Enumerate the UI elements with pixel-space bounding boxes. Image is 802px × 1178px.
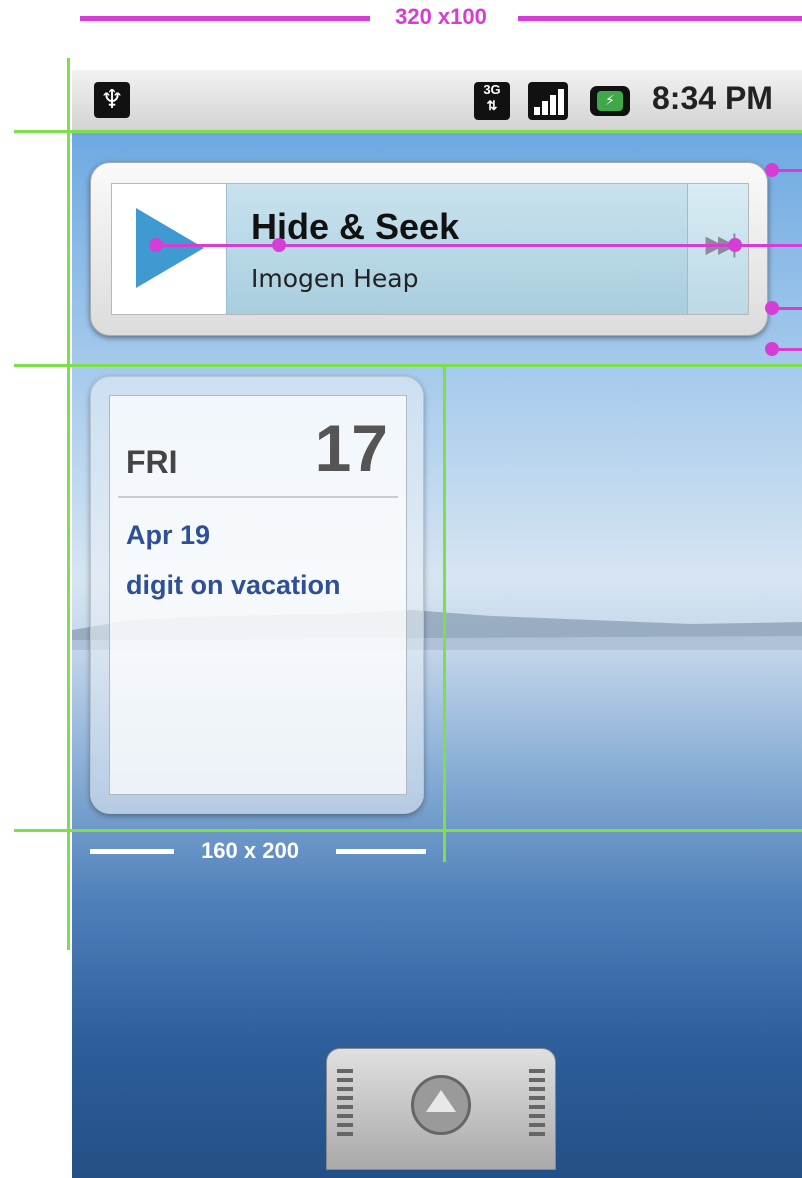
play-button[interactable] — [112, 184, 226, 314]
status-bar: ♆ 3G ⇅ ⚡ 8:34 PM — [72, 70, 802, 133]
status-clock: 8:34 PM — [652, 80, 773, 116]
launcher-grip-left — [337, 1069, 353, 1139]
calendar-dimension-line-left — [90, 849, 174, 854]
guide-line-music-bottom — [14, 364, 802, 367]
guide-line-left — [67, 58, 70, 950]
signal-strength-icon — [528, 82, 568, 120]
launcher-grip-right — [529, 1069, 545, 1139]
guide-line-status-bottom — [14, 130, 802, 133]
music-widget[interactable]: Hide & Seek Imogen Heap ▶▶| — [90, 162, 768, 336]
music-widget-body: Hide & Seek Imogen Heap ▶▶| — [111, 183, 749, 315]
network-label: 3G — [483, 82, 501, 97]
calendar-dimension-label: 160 x 200 — [201, 838, 299, 863]
app-launcher-tab[interactable] — [326, 1048, 556, 1170]
pin-next — [728, 238, 742, 252]
app-drawer-icon — [411, 1075, 471, 1135]
pin-top-edge — [765, 163, 779, 177]
calendar-dimension-line-right — [336, 849, 426, 854]
top-dimension-line-left — [80, 16, 370, 21]
calendar-event-date: Apr 19 — [126, 520, 211, 550]
guide-line-calendar-right — [443, 364, 446, 862]
guide-line-calendar-bottom — [14, 829, 802, 832]
top-dimension-label: 320 x100 — [395, 4, 487, 29]
calendar-divider — [118, 496, 398, 498]
pin-bottom-edge — [765, 301, 779, 315]
calendar-event-title[interactable]: digit on vacation — [126, 570, 341, 601]
track-artist: Imogen Heap — [251, 264, 419, 293]
home-screen: ♆ 3G ⇅ ⚡ 8:34 PM Hide & Seek Imogen Heap … — [72, 70, 802, 1178]
pin-play — [149, 238, 163, 252]
play-icon — [136, 208, 204, 288]
calendar-day: FRI — [126, 444, 178, 480]
top-dimension-line-right — [518, 16, 802, 21]
network-3g-icon: 3G ⇅ — [474, 82, 510, 120]
calendar-widget-body: FRI 17 Apr 19 digit on vacation — [109, 395, 407, 795]
battery-charging-icon: ⚡ — [590, 86, 630, 116]
calendar-date: 17 — [314, 411, 388, 485]
pin-line-center — [156, 244, 802, 247]
calendar-widget[interactable]: FRI 17 Apr 19 digit on vacation — [90, 376, 424, 814]
pin-title — [272, 238, 286, 252]
pin-margin — [765, 342, 779, 356]
usb-icon: ♆ — [94, 82, 130, 118]
track-info[interactable]: Hide & Seek Imogen Heap — [226, 184, 688, 314]
